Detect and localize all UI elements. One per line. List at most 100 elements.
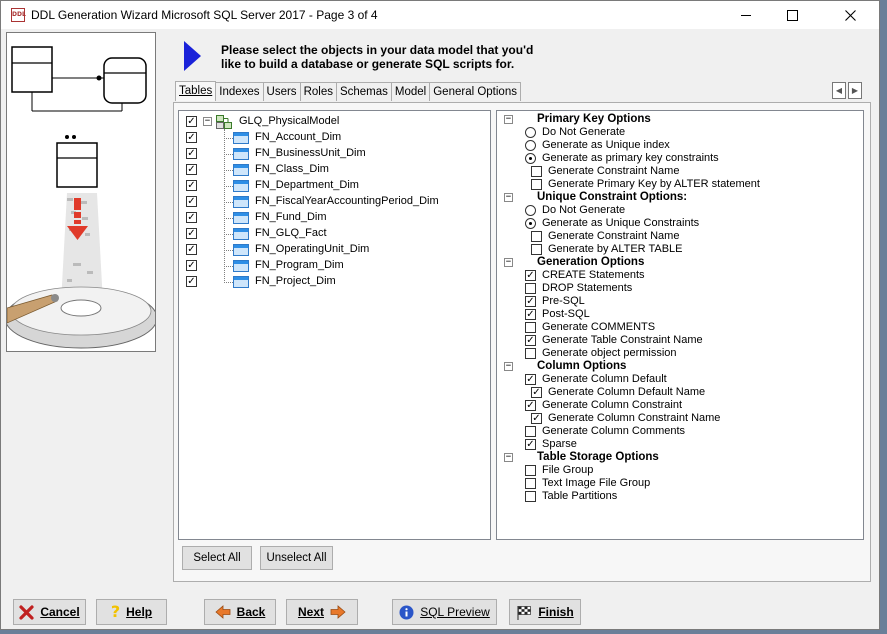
option-checkbox[interactable]: ✓: [525, 400, 536, 411]
table-item-label[interactable]: FN_BusinessUnit_Dim: [255, 147, 366, 160]
option-radio[interactable]: [525, 205, 536, 216]
option-checkbox[interactable]: ✓: [525, 439, 536, 450]
option-checkbox[interactable]: ✓: [525, 374, 536, 385]
option-checkbox-label[interactable]: Generate Constraint Name: [548, 165, 679, 178]
options-section-toggle[interactable]: −: [504, 453, 513, 462]
option-checkbox-label[interactable]: Generate Column Comments: [542, 425, 685, 438]
option-checkbox-label[interactable]: Sparse: [542, 438, 577, 451]
option-checkbox-label[interactable]: Text Image File Group: [542, 477, 650, 490]
option-radio[interactable]: [525, 153, 536, 164]
close-button[interactable]: [827, 1, 873, 29]
tree-root-checkbox[interactable]: ✓: [186, 116, 197, 127]
option-radio[interactable]: [525, 127, 536, 138]
option-checkbox-label[interactable]: Generate Column Default: [542, 373, 667, 386]
table-checkbox[interactable]: ✓: [186, 228, 197, 239]
option-radio-label[interactable]: Generate as Unique Constraints: [542, 217, 699, 230]
options-section-toggle[interactable]: −: [504, 258, 513, 267]
table-checkbox[interactable]: ✓: [186, 148, 197, 159]
title-bar[interactable]: DDL DDL Generation Wizard Microsoft SQL …: [1, 1, 879, 29]
option-checkbox[interactable]: [531, 179, 542, 190]
tab-users[interactable]: Users: [262, 82, 301, 101]
option-checkbox[interactable]: [525, 491, 536, 502]
table-checkbox[interactable]: ✓: [186, 276, 197, 287]
option-checkbox-label[interactable]: Pre-SQL: [542, 295, 585, 308]
option-checkbox-label[interactable]: Generate Constraint Name: [548, 230, 679, 243]
table-item-label[interactable]: FN_Project_Dim: [255, 275, 336, 288]
option-checkbox-label[interactable]: Table Partitions: [542, 490, 617, 503]
option-checkbox[interactable]: ✓: [525, 335, 536, 346]
finish-button[interactable]: Finish: [509, 599, 581, 625]
maximize-button[interactable]: [769, 1, 815, 29]
table-item-label[interactable]: FN_Department_Dim: [255, 179, 359, 192]
table-checkbox[interactable]: ✓: [186, 212, 197, 223]
table-checkbox[interactable]: ✓: [186, 180, 197, 191]
option-checkbox[interactable]: ✓: [531, 387, 542, 398]
option-checkbox-label[interactable]: Generate Primary Key by ALTER statement: [548, 178, 760, 191]
table-item-label[interactable]: FN_Account_Dim: [255, 131, 341, 144]
next-button[interactable]: Next: [286, 599, 358, 625]
sql-preview-button[interactable]: SQL Preview: [392, 599, 497, 625]
select-all-button[interactable]: Select All: [182, 546, 252, 570]
option-checkbox[interactable]: [531, 244, 542, 255]
tab-tables[interactable]: Tables: [175, 81, 217, 101]
option-checkbox-label[interactable]: DROP Statements: [542, 282, 632, 295]
table-checkbox[interactable]: ✓: [186, 260, 197, 271]
tab-indexes[interactable]: Indexes: [215, 82, 264, 101]
options-panel[interactable]: − Primary Key Options Do Not Generate Gener…: [496, 110, 864, 540]
tab-model[interactable]: Model: [390, 82, 431, 101]
option-checkbox[interactable]: [525, 465, 536, 476]
option-checkbox[interactable]: [525, 322, 536, 333]
option-checkbox-label[interactable]: Generate Column Constraint: [542, 399, 682, 412]
table-checkbox[interactable]: ✓: [186, 244, 197, 255]
option-checkbox-label[interactable]: Generate Column Default Name: [548, 386, 705, 399]
option-checkbox-label[interactable]: CREATE Statements: [542, 269, 645, 282]
options-section-toggle[interactable]: −: [504, 115, 513, 124]
option-checkbox[interactable]: [525, 348, 536, 359]
option-checkbox-label[interactable]: Generate Table Constraint Name: [542, 334, 703, 347]
tables-tree[interactable]: ✓ − GLQ_PhysicalModel ✓ FN_Account_Dim ✓ FN_Bu…: [178, 110, 491, 540]
tab-scroll-left-button[interactable]: ◀: [832, 82, 846, 99]
option-checkbox[interactable]: ✓: [525, 309, 536, 320]
option-checkbox[interactable]: ✓: [531, 413, 542, 424]
option-checkbox-label[interactable]: File Group: [542, 464, 593, 477]
option-checkbox[interactable]: [525, 283, 536, 294]
option-checkbox[interactable]: ✓: [525, 296, 536, 307]
option-radio-label[interactable]: Generate as Unique index: [542, 139, 670, 152]
option-checkbox-label[interactable]: Post-SQL: [542, 308, 590, 321]
minimize-button[interactable]: [723, 1, 769, 29]
table-item-label[interactable]: FN_OperatingUnit_Dim: [255, 243, 369, 256]
table-item-label[interactable]: FN_Class_Dim: [255, 163, 329, 176]
tree-collapse-toggle[interactable]: −: [203, 117, 212, 126]
option-checkbox[interactable]: [525, 426, 536, 437]
tab-schemas[interactable]: Schemas: [335, 82, 392, 101]
option-checkbox-label[interactable]: Generate object permission: [542, 347, 677, 360]
options-section-toggle[interactable]: −: [504, 193, 513, 202]
tab-scroll-right-button[interactable]: ▶: [848, 82, 862, 99]
tab-general-options[interactable]: General Options: [429, 82, 521, 101]
table-item-label[interactable]: FN_Fund_Dim: [255, 211, 327, 224]
option-checkbox-label[interactable]: Generate COMMENTS: [542, 321, 655, 334]
option-radio[interactable]: [525, 140, 536, 151]
back-button[interactable]: Back: [204, 599, 276, 625]
option-checkbox[interactable]: [525, 478, 536, 489]
option-checkbox[interactable]: [531, 166, 542, 177]
unselect-all-button[interactable]: Unselect All: [260, 546, 333, 570]
cancel-button[interactable]: Cancel: [13, 599, 86, 625]
table-checkbox[interactable]: ✓: [186, 164, 197, 175]
option-radio-label[interactable]: Do Not Generate: [542, 126, 625, 139]
option-checkbox[interactable]: ✓: [525, 270, 536, 281]
table-item-label[interactable]: FN_GLQ_Fact: [255, 227, 327, 240]
table-checkbox[interactable]: ✓: [186, 132, 197, 143]
option-radio-label[interactable]: Generate as primary key constraints: [542, 152, 719, 165]
options-section-toggle[interactable]: −: [504, 362, 513, 371]
help-button[interactable]: ? Help: [96, 599, 167, 625]
option-radio-label[interactable]: Do Not Generate: [542, 204, 625, 217]
table-checkbox[interactable]: ✓: [186, 196, 197, 207]
tree-root-label[interactable]: GLQ_PhysicalModel: [239, 115, 339, 128]
table-item-label[interactable]: FN_FiscalYearAccountingPeriod_Dim: [255, 195, 439, 208]
option-checkbox[interactable]: [531, 231, 542, 242]
option-checkbox-label[interactable]: Generate by ALTER TABLE: [548, 243, 683, 256]
option-checkbox-label[interactable]: Generate Column Constraint Name: [548, 412, 720, 425]
tab-roles[interactable]: Roles: [299, 82, 337, 101]
option-radio[interactable]: [525, 218, 536, 229]
